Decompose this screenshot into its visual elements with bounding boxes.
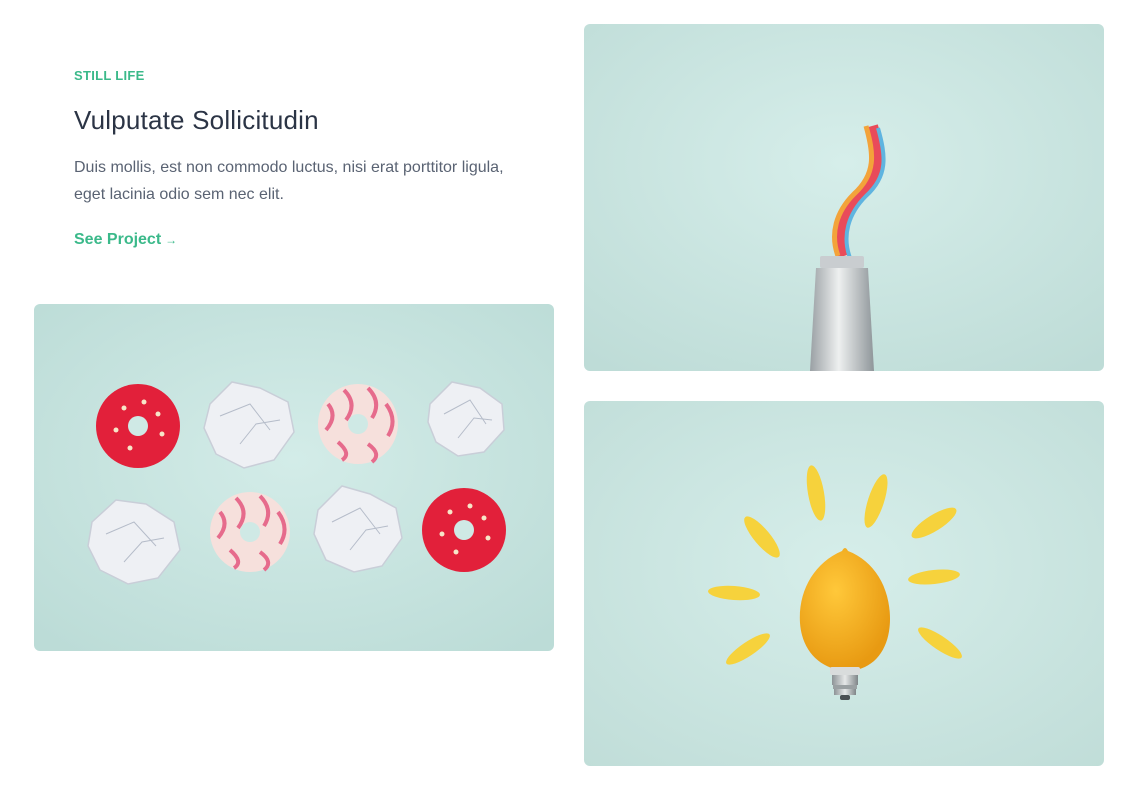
lemon-lightbulb-photo[interactable] [584,401,1104,766]
candy-toothpaste-tube-photo[interactable] [584,24,1104,371]
see-project-label: See Project [74,231,162,248]
project-title: Vulputate Sollicitudin [74,105,319,135]
donuts-photo-svg [34,304,554,651]
project-description: Duis mollis, est non commodo luctus, nis… [74,159,504,203]
pink-striped-donut-icon [318,384,398,464]
red-donut-icon [422,488,506,572]
project-intro: STILL LIFE Vulputate Sollicitudin Duis m… [74,68,524,249]
toothpaste-tube-icon [810,256,874,371]
pink-striped-donut-icon [210,492,290,572]
lemon-photo-svg [584,401,1104,766]
red-donut-icon [96,384,180,468]
donuts-and-crumpled-paper-photo[interactable] [34,304,554,651]
arrow-right-icon: → [165,233,178,247]
project-category: STILL LIFE [74,68,145,83]
candy-photo-svg [584,24,1104,371]
see-project-link[interactable]: See Project → [74,231,177,249]
